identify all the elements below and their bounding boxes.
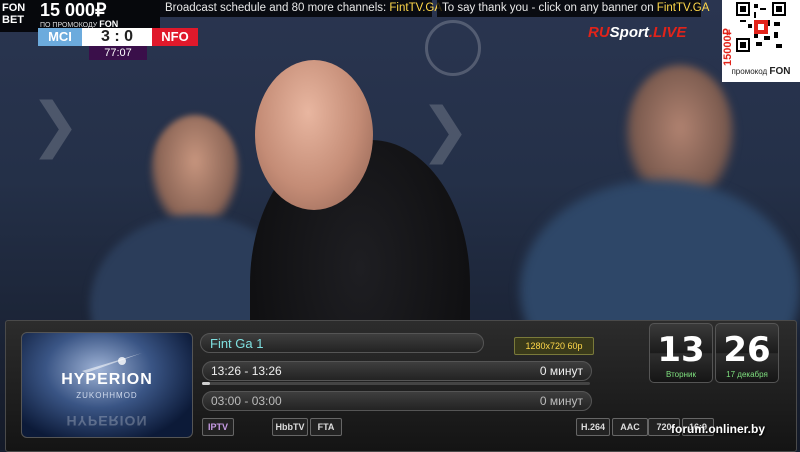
clock-hour: 13 bbox=[657, 330, 705, 370]
broadcast-link[interactable]: FintTV.GA bbox=[389, 2, 442, 14]
fonbet-amount: 15 000₽ bbox=[40, 0, 107, 20]
resolution-badge: 1280x720 60p bbox=[514, 337, 594, 355]
qr-vertical-amount: 15000₽ bbox=[722, 28, 734, 66]
event-current-time: 13:26 - 13:26 bbox=[211, 364, 282, 378]
channel-name: Fint Ga 1 bbox=[200, 333, 484, 353]
clock-minute: 26 bbox=[723, 330, 771, 370]
rusport-live: .LIVE bbox=[648, 24, 687, 41]
picon-reflection: HYPERION bbox=[66, 413, 148, 429]
score-bug: MCI 3 : 0 NFO bbox=[38, 28, 198, 46]
channel-picon: HYPERION ZUKOHHMOD HYPERION bbox=[21, 332, 193, 438]
bg-person-left-head bbox=[150, 115, 240, 230]
puma-logo-left: ❯ bbox=[30, 90, 81, 160]
thank-you-text: To say thank you - click on any banner o… bbox=[442, 2, 654, 14]
iptv-badge: IPTV bbox=[202, 418, 234, 436]
h264-badge: H.264 bbox=[576, 418, 610, 436]
rusport-sport: Sport bbox=[609, 24, 649, 41]
qr-caption-prefix: промокод bbox=[731, 67, 768, 76]
thank-you-link[interactable]: FintTV.GA bbox=[657, 2, 710, 14]
picon-name: HYPERION bbox=[61, 371, 153, 388]
qr-caption: промокод FON bbox=[724, 66, 798, 77]
coach-head bbox=[255, 60, 373, 210]
qr-banner[interactable]: 15000₽ промокод FON bbox=[722, 0, 800, 82]
fta-badge: FTA bbox=[310, 418, 342, 436]
fonbet-logo: FON BET bbox=[2, 2, 36, 28]
event-progress-bar bbox=[202, 382, 590, 385]
fonbet-logo-bottom: BET bbox=[2, 14, 24, 26]
broadcast-schedule-banner[interactable]: Broadcast schedule and 80 more channels:… bbox=[160, 0, 442, 17]
city-crest-bg bbox=[425, 20, 481, 76]
home-team: MCI bbox=[38, 28, 82, 46]
score: 3 : 0 bbox=[82, 28, 152, 46]
clock-date: 17 декабря bbox=[726, 370, 768, 379]
clock-weekday: Вторник bbox=[666, 370, 696, 379]
hbbtv-badge: HbbTV bbox=[272, 418, 308, 436]
thank-you-banner[interactable]: To say thank you - click on any banner o… bbox=[437, 0, 709, 17]
clock-hour-tile: 13 Вторник bbox=[649, 323, 713, 383]
picon-sub: ZUKOHHMOD bbox=[76, 391, 138, 400]
match-clock: 77:07 bbox=[89, 46, 147, 60]
qr-caption-code: FON bbox=[769, 66, 791, 77]
event-next: 03:00 - 03:00 0 минут bbox=[202, 391, 592, 411]
flip-clock: 13 Вторник 26 17 декабря bbox=[649, 323, 779, 383]
clock-minute-tile: 26 17 декабря bbox=[715, 323, 779, 383]
away-team: NFO bbox=[152, 28, 198, 46]
fonbet-logo-top: FON bbox=[2, 2, 26, 14]
broadcast-text: Broadcast schedule and 80 more channels: bbox=[165, 2, 387, 14]
puma-logo-right: ❯ bbox=[420, 95, 471, 165]
rusport-ru: RU bbox=[588, 24, 610, 41]
qr-code-icon bbox=[736, 2, 786, 52]
aac-badge: AAC bbox=[612, 418, 648, 436]
event-progress-fill bbox=[202, 382, 210, 385]
event-current-duration: 0 минут bbox=[539, 364, 583, 378]
source-watermark: forum.onliner.by bbox=[671, 422, 766, 436]
event-next-time: 03:00 - 03:00 bbox=[211, 394, 282, 408]
rusport-logo: RUSport.LIVE bbox=[588, 24, 686, 41]
event-current: 13:26 - 13:26 0 минут bbox=[202, 361, 592, 381]
event-next-duration: 0 минут bbox=[539, 394, 583, 408]
